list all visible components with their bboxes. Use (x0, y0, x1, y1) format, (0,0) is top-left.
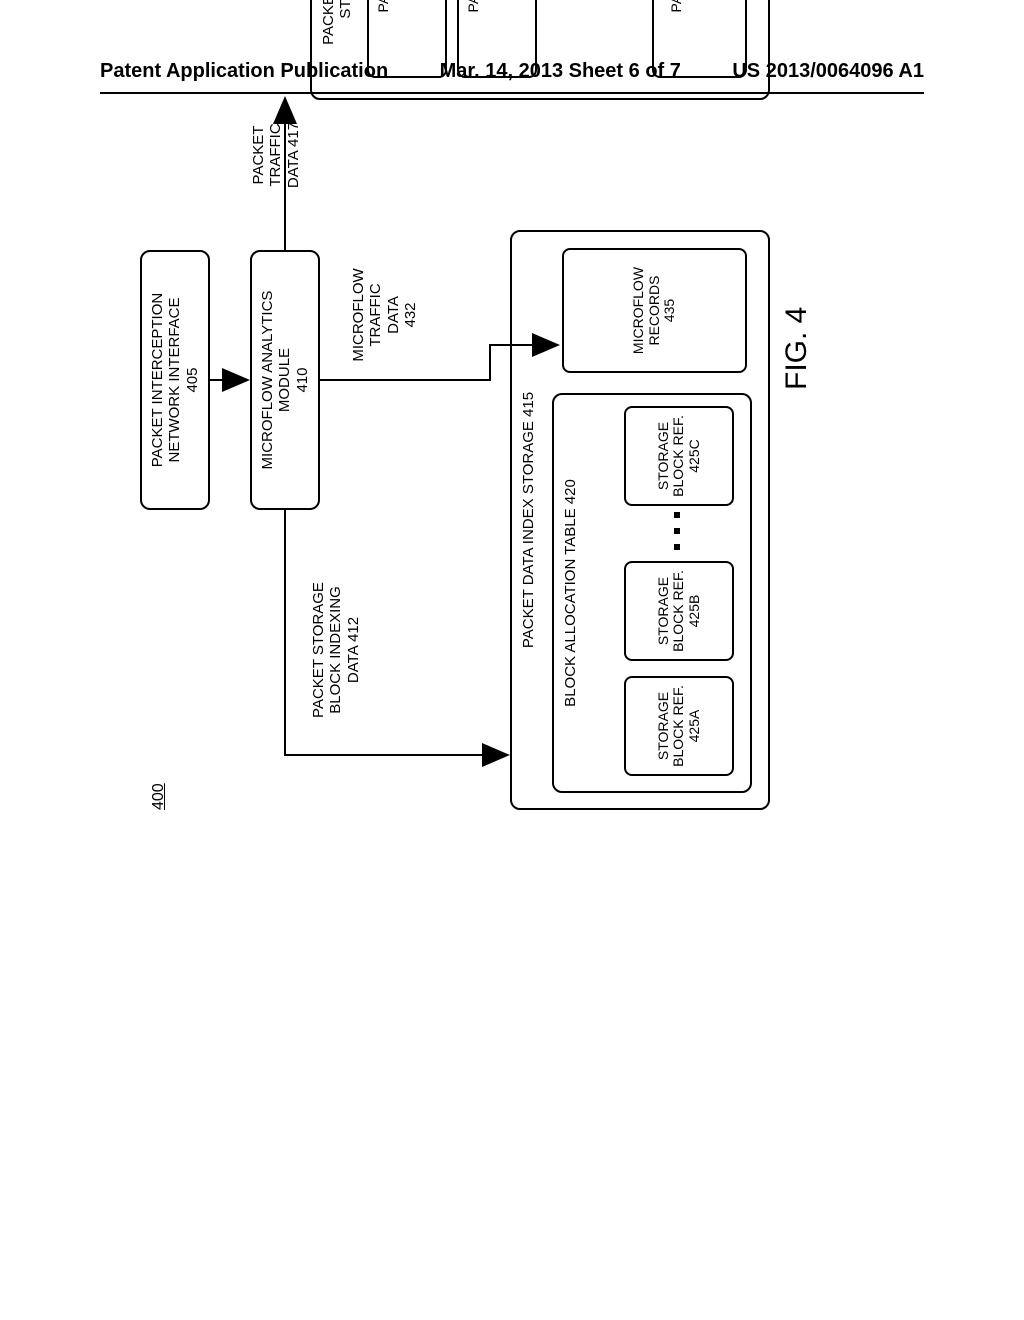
box-storage-block-ref-c: STORAGE BLOCK REF. 425C (624, 406, 734, 506)
box-packet-interception-network-interface: PACKET INTERCEPTION NETWORK INTERFACE 40… (140, 250, 210, 510)
label-block-a: PACKET DATA STORAGE BLOCK 430A (376, 0, 438, 12)
label-packet-traffic-data: PACKET TRAFFIC DATA 417 (250, 110, 302, 200)
box-block-allocation-table: BLOCK ALLOCATION TABLE 420 STORAGE BLOCK… (552, 393, 752, 793)
label-ref-c: STORAGE BLOCK REF. 425C (656, 415, 702, 497)
label-microflow-traffic-data: MICROFLOW TRAFFIC DATA 432 (350, 260, 419, 370)
box-packet-data-index-storage: PACKET DATA INDEX STORAGE 415 BLOCK ALLO… (510, 230, 770, 810)
title-pdbs: PACKET DATA BLOCK STORAGE 425 (320, 0, 354, 98)
box-packet-data-storage-block-b: PACKET DATA STORAGE BLOCK 430B (457, 0, 537, 78)
title-pdis: PACKET DATA INDEX STORAGE 415 (520, 232, 537, 808)
label-ref-b: STORAGE BLOCK REF. 425B (656, 570, 702, 652)
system-ref-400: 400 (150, 783, 168, 810)
label-mam: MICROFLOW ANALYTICS MODULE 410 (259, 291, 311, 470)
box-microflow-analytics-module: MICROFLOW ANALYTICS MODULE 410 (250, 250, 320, 510)
label-block-c: PACKET DATA STORAGE BLOCK 430C (669, 0, 731, 12)
label-ref-a: STORAGE BLOCK REF. 425A (656, 685, 702, 767)
box-packet-data-storage-block-a: PACKET DATA STORAGE BLOCK 430A (367, 0, 447, 78)
ellipsis-bat (674, 511, 680, 551)
box-microflow-records: MICROFLOW RECORDS 435 (562, 248, 747, 373)
box-storage-block-ref-b: STORAGE BLOCK REF. 425B (624, 561, 734, 661)
label-mfr: MICROFLOW RECORDS 435 (631, 267, 677, 354)
box-storage-block-ref-a: STORAGE BLOCK REF. 425A (624, 676, 734, 776)
label-packet-storage-block-indexing: PACKET STORAGE BLOCK INDEXING DATA 412 (310, 565, 362, 735)
label-pini: PACKET INTERCEPTION NETWORK INTERFACE 40… (149, 293, 201, 467)
title-bat: BLOCK ALLOCATION TABLE 420 (562, 395, 579, 791)
figure-caption: FIG. 4 (780, 307, 814, 390)
figure-4: 400 PACKET INTERCEPTION NETWORK INTERFAC… (120, 160, 1024, 840)
label-block-b: PACKET DATA STORAGE BLOCK 430B (466, 0, 528, 12)
box-packet-data-storage-block-c: PACKET DATA STORAGE BLOCK 430C (652, 0, 747, 78)
box-packet-data-block-storage: PACKET DATA BLOCK STORAGE 425 PACKET DAT… (310, 0, 770, 100)
